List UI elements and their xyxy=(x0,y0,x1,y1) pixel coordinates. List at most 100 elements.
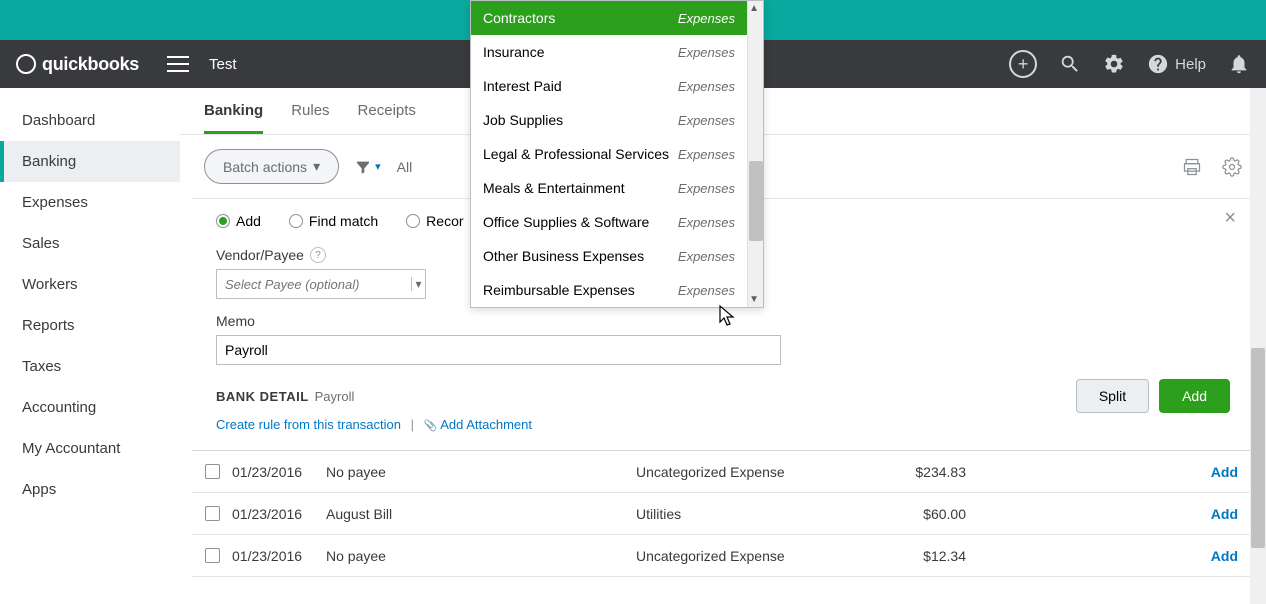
row-checkbox[interactable] xyxy=(205,548,220,563)
row-checkbox[interactable] xyxy=(205,506,220,521)
dropdown-item[interactable]: Legal & Professional Services Expenses xyxy=(471,137,763,171)
dropdown-item-name: Interest Paid xyxy=(483,78,562,94)
radio-record[interactable]: Recor xyxy=(406,213,463,229)
search-icon[interactable] xyxy=(1059,53,1081,75)
vendor-label: Vendor/Payee ? xyxy=(216,247,426,263)
row-add-link[interactable]: Add xyxy=(1026,506,1254,522)
radio-find-match[interactable]: Find match xyxy=(289,213,378,229)
radio-dot-icon xyxy=(406,214,420,228)
dropdown-item[interactable]: Meals & EntertainmentExpenses xyxy=(471,171,763,205)
help-icon xyxy=(1147,53,1169,75)
bank-detail-label: BANK DETAIL xyxy=(216,389,309,404)
add-attachment-link[interactable]: Add Attachment xyxy=(440,417,532,432)
dropdown-item[interactable]: Office Supplies & SoftwareExpenses xyxy=(471,205,763,239)
radio-add-label: Add xyxy=(236,213,261,229)
dropdown-item[interactable]: Other Business ExpensesExpenses xyxy=(471,239,763,273)
dropdown-item-type: Expenses xyxy=(678,113,735,128)
row-checkbox[interactable] xyxy=(205,464,220,479)
table-row[interactable]: 01/23/2016 No payee Uncategorized Expens… xyxy=(192,535,1254,577)
row-category: Uncategorized Expense xyxy=(636,464,876,480)
dropdown-item-name: Reimbursable Expenses xyxy=(483,282,635,298)
dropdown-item[interactable]: Contractors Expenses xyxy=(471,1,763,35)
dropdown-item-type: Expenses xyxy=(678,249,735,264)
logo[interactable]: quickbooks xyxy=(16,54,139,75)
dropdown-item-name: Contractors xyxy=(483,10,555,26)
tab-rules[interactable]: Rules xyxy=(291,102,329,134)
sidebar-item-taxes[interactable]: Taxes xyxy=(0,346,180,387)
radio-add[interactable]: Add xyxy=(216,213,261,229)
dropdown-item[interactable]: Interest Paid Expenses xyxy=(471,69,763,103)
tab-receipts[interactable]: Receipts xyxy=(358,102,416,134)
bell-icon[interactable] xyxy=(1228,53,1250,75)
dropdown-item-type: Expenses xyxy=(678,45,735,60)
vendor-input[interactable] xyxy=(217,277,411,292)
logo-icon xyxy=(16,54,36,74)
tab-banking[interactable]: Banking xyxy=(204,102,263,134)
help-tooltip-icon[interactable]: ? xyxy=(310,247,326,263)
dropdown-item-type: Expenses xyxy=(678,79,735,94)
row-amount: $60.00 xyxy=(876,506,1026,522)
help-button[interactable]: Help xyxy=(1147,53,1206,75)
dropdown-scrollbar[interactable] xyxy=(747,1,763,307)
split-button[interactable]: Split xyxy=(1076,379,1149,413)
dropdown-item[interactable]: Insurance Expenses xyxy=(471,35,763,69)
chevron-down-icon: ▾ xyxy=(375,160,381,173)
row-amount: $12.34 xyxy=(876,548,1026,564)
dropdown-item-name: Legal & Professional Services xyxy=(483,146,669,162)
sidebar-item-dashboard[interactable]: Dashboard xyxy=(0,100,180,141)
category-dropdown[interactable]: Contractors Expenses Insurance Expenses In… xyxy=(470,0,764,308)
dropdown-item-type: Expenses xyxy=(678,147,735,162)
bank-detail-value: Payroll xyxy=(315,389,355,404)
sidebar-item-expenses[interactable]: Expenses xyxy=(0,182,180,223)
close-icon[interactable]: × xyxy=(1224,207,1236,230)
vendor-select[interactable]: ▾ xyxy=(216,269,426,299)
gear-icon[interactable] xyxy=(1103,53,1125,75)
create-rule-link[interactable]: Create rule from this transaction xyxy=(216,417,401,432)
dropdown-item[interactable]: Reimbursable ExpensesExpenses xyxy=(471,273,763,307)
row-add-link[interactable]: Add xyxy=(1026,464,1254,480)
company-name[interactable]: Test xyxy=(209,56,237,73)
chevron-down-icon: ▾ xyxy=(313,158,320,175)
sidebar-item-sales[interactable]: Sales xyxy=(0,223,180,264)
sidebar-item-my-accountant[interactable]: My Accountant xyxy=(0,428,180,469)
radio-find-label: Find match xyxy=(309,213,378,229)
scroll-down-icon[interactable]: ▼ xyxy=(749,294,759,305)
sidebar-item-accounting[interactable]: Accounting xyxy=(0,387,180,428)
add-button[interactable]: Add xyxy=(1159,379,1230,413)
chevron-down-icon[interactable]: ▾ xyxy=(411,277,425,291)
row-category: Uncategorized Expense xyxy=(636,548,876,564)
main-scrollbar[interactable] xyxy=(1250,88,1266,604)
funnel-icon xyxy=(355,159,371,175)
dropdown-item-type: Expenses xyxy=(678,11,735,26)
help-label: Help xyxy=(1175,56,1206,73)
sidebar-item-workers[interactable]: Workers xyxy=(0,264,180,305)
radio-dot-icon xyxy=(289,214,303,228)
print-icon[interactable] xyxy=(1182,157,1202,177)
filter-button[interactable]: ▾ xyxy=(355,159,381,175)
scrollbar-thumb[interactable] xyxy=(1251,348,1265,548)
sidebar: Dashboard Banking Expenses Sales Workers… xyxy=(0,88,180,604)
dropdown-item[interactable]: Job SuppliesExpenses xyxy=(471,103,763,137)
sidebar-item-banking[interactable]: Banking xyxy=(0,141,180,182)
table-row[interactable]: 01/23/2016 August Bill Utilities $60.00 … xyxy=(192,493,1254,535)
dropdown-item-name: Insurance xyxy=(483,44,544,60)
scrollbar-thumb[interactable] xyxy=(749,161,763,241)
memo-label: Memo xyxy=(216,313,1230,329)
scroll-up-icon[interactable]: ▲ xyxy=(749,3,759,14)
attachment-icon: 📎 xyxy=(424,420,438,432)
radio-record-label: Recor xyxy=(426,213,463,229)
sidebar-item-apps[interactable]: Apps xyxy=(0,469,180,510)
memo-input[interactable] xyxy=(216,335,781,365)
sidebar-item-reports[interactable]: Reports xyxy=(0,305,180,346)
row-add-link[interactable]: Add xyxy=(1026,548,1254,564)
dropdown-item-name: Meals & Entertainment xyxy=(483,180,625,196)
row-date: 01/23/2016 xyxy=(232,548,326,564)
batch-actions-button[interactable]: Batch actions ▾ xyxy=(204,149,339,184)
plus-icon[interactable]: + xyxy=(1009,50,1037,78)
menu-icon[interactable] xyxy=(167,56,189,72)
table-row[interactable]: 01/23/2016 No payee Uncategorized Expens… xyxy=(192,451,1254,493)
row-date: 01/23/2016 xyxy=(232,464,326,480)
gear-icon[interactable] xyxy=(1222,157,1242,177)
row-payee: August Bill xyxy=(326,506,476,522)
row-category: Utilities xyxy=(636,506,876,522)
